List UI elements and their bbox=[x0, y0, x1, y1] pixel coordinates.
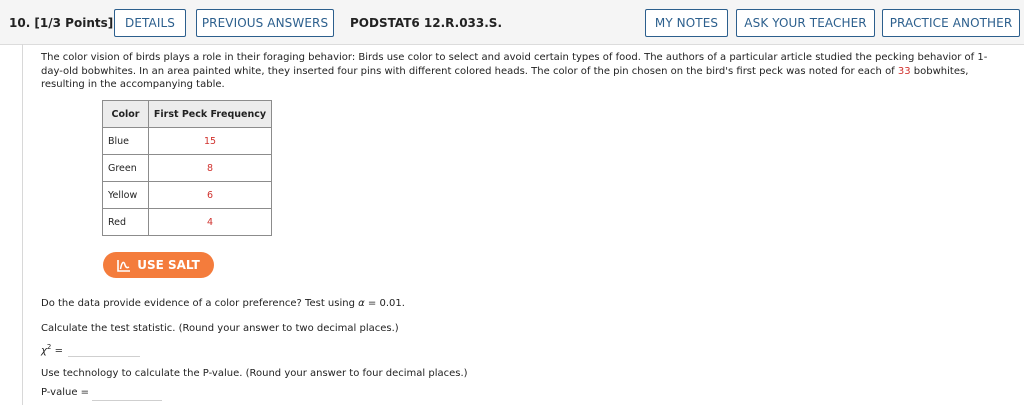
table-row: Yellow 6 bbox=[102, 181, 272, 209]
alpha-symbol: α bbox=[358, 298, 365, 309]
chi-square-input[interactable] bbox=[68, 342, 140, 357]
previous-answers-button[interactable]: PREVIOUS ANSWERS bbox=[196, 9, 334, 37]
frequency-table: Color First Peck Frequency Blue 15 Green… bbox=[102, 100, 272, 236]
sample-size: 33 bbox=[897, 65, 911, 77]
question-text: The color vision of birds plays a role i… bbox=[41, 51, 1001, 92]
practice-another-button[interactable]: PRACTICE ANOTHER bbox=[882, 9, 1020, 37]
frequency-cell: 6 bbox=[148, 181, 272, 209]
evidence-text: Do the data provide evidence of a color … bbox=[41, 298, 355, 309]
alpha-value: = 0.01. bbox=[367, 298, 405, 309]
my-notes-button[interactable]: MY NOTES bbox=[645, 9, 728, 37]
frequency-column-header: First Peck Frequency bbox=[148, 100, 272, 128]
frequency-cell: 15 bbox=[148, 127, 272, 155]
use-salt-button[interactable]: USE SALT bbox=[103, 252, 214, 278]
problem-code: PODSTAT6 12.R.033.S. bbox=[350, 16, 503, 30]
table-row: Blue 15 bbox=[102, 127, 272, 155]
question-number: 10. [1/3 Points] bbox=[9, 16, 114, 30]
question-left-border bbox=[22, 44, 23, 405]
color-cell: Yellow bbox=[102, 181, 149, 209]
question-text-part1: The color vision of birds plays a role i… bbox=[41, 52, 988, 77]
pvalue-instruction: Use technology to calculate the P-value.… bbox=[41, 368, 468, 379]
table-row: Red 4 bbox=[102, 208, 272, 236]
details-button[interactable]: DETAILS bbox=[114, 9, 186, 37]
color-cell: Red bbox=[102, 208, 149, 236]
color-cell: Blue bbox=[102, 127, 149, 155]
question-header: 10. [1/3 Points] DETAILS PREVIOUS ANSWER… bbox=[0, 0, 1024, 45]
evidence-prompt: Do the data provide evidence of a color … bbox=[41, 298, 405, 309]
chi-equals: = bbox=[51, 345, 63, 357]
table-row: Green 8 bbox=[102, 154, 272, 182]
frequency-cell: 8 bbox=[148, 154, 272, 182]
color-cell: Green bbox=[102, 154, 149, 182]
table-header-row: Color First Peck Frequency bbox=[102, 100, 272, 128]
salt-chart-icon bbox=[117, 259, 131, 272]
pvalue-label: P-value = bbox=[41, 387, 90, 398]
color-column-header: Color bbox=[102, 100, 149, 128]
ask-teacher-button[interactable]: ASK YOUR TEACHER bbox=[736, 9, 875, 37]
statistic-instruction: Calculate the test statistic. (Round you… bbox=[41, 323, 399, 334]
chi-square-label: χ2 = bbox=[41, 343, 63, 356]
frequency-cell: 4 bbox=[148, 208, 272, 236]
pvalue-input[interactable] bbox=[92, 386, 162, 401]
use-salt-label: USE SALT bbox=[137, 258, 200, 272]
